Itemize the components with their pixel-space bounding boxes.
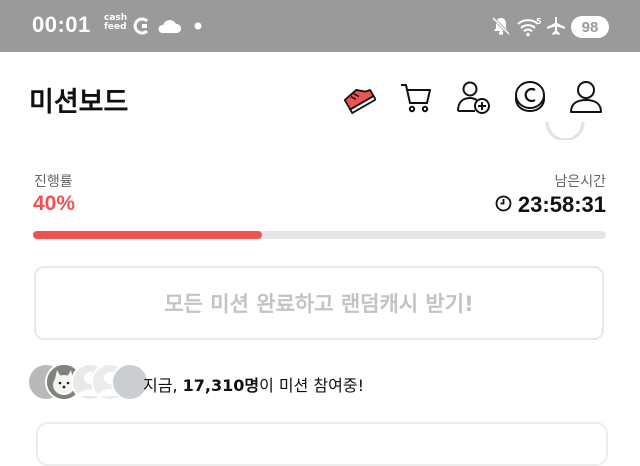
- clock-icon: [495, 192, 512, 218]
- dot-icon: [194, 0, 202, 52]
- cashfeed-logo: cash feed: [104, 14, 127, 32]
- decorative-shadow: [545, 120, 585, 140]
- wifi-icon: 5: [517, 0, 543, 52]
- status-bar: 00:01 cash feed 5 98: [0, 0, 640, 52]
- airplane-icon: [546, 0, 566, 52]
- add-friend-icon[interactable]: [456, 79, 492, 115]
- progress-bar: [33, 231, 606, 239]
- page-title: 미션보드: [29, 87, 129, 118]
- participant-count: 17,310명: [182, 376, 260, 395]
- participant-avatars: [27, 363, 149, 403]
- participant-prefix: 지금,: [143, 376, 183, 395]
- participant-count-text: 지금, 17,310명이 미션 참여중!: [143, 372, 364, 396]
- battery-icon: 98: [571, 16, 609, 38]
- mute-icon: [490, 0, 512, 52]
- remaining-time-label: 남은시간: [554, 174, 606, 190]
- remaining-time: 23:58:31: [495, 192, 606, 218]
- app-header: 미션보드: [0, 52, 640, 142]
- participant-suffix: 이 미션 참여중!: [259, 376, 364, 395]
- profile-icon[interactable]: [568, 79, 604, 115]
- status-time: 00:01: [32, 12, 91, 37]
- progress-value: 40%: [33, 192, 76, 215]
- progress-label: 진행률: [34, 174, 73, 190]
- coin-icon[interactable]: [512, 79, 548, 115]
- cloud-icon: [156, 0, 182, 52]
- claim-random-cash-button[interactable]: 모든 미션 완료하고 랜덤캐시 받기!: [34, 266, 604, 340]
- mission-card: [36, 422, 608, 466]
- cashfeed-logo-line2: feed: [104, 22, 127, 32]
- svg-text:5: 5: [536, 17, 542, 26]
- cart-icon[interactable]: [398, 79, 434, 115]
- progress-bar-fill: [33, 231, 263, 239]
- remaining-time-value: 23:58:31: [517, 192, 606, 217]
- sneaker-icon[interactable]: [340, 79, 377, 115]
- c-app-icon: [133, 0, 151, 52]
